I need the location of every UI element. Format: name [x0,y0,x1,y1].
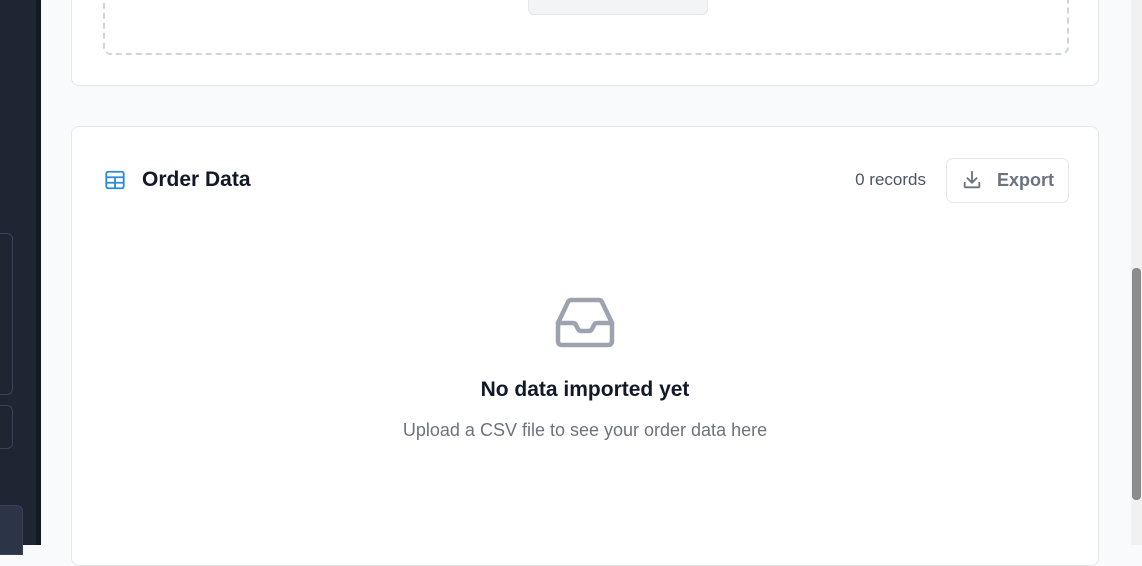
scrollbar[interactable] [1131,0,1142,545]
card-title: Order Data [142,168,251,191]
empty-state-subtitle: Upload a CSV file to see your order data… [402,420,768,440]
table-icon [104,169,126,191]
order-data-card: Order Data 0 records Export No data impo… [71,126,1099,566]
sidebar-panel[interactable] [0,233,13,395]
upload-card [71,0,1099,86]
inbox-icon [555,297,615,349]
download-icon [961,169,983,191]
title-group: Order Data [104,168,251,192]
sidebar-button[interactable] [0,405,13,449]
records-count: 0 records [855,170,926,189]
sidebar [0,0,41,555]
export-label: Export [996,169,1054,190]
sidebar-item-active[interactable] [0,505,23,555]
csv-dropzone[interactable] [103,0,1069,55]
empty-state: No data imported yet Upload a CSV file t… [72,297,1098,441]
card-header: Order Data 0 records Export [104,157,1069,203]
header-actions: 0 records Export [855,157,1069,203]
main-content: Order Data 0 records Export No data impo… [41,0,1131,566]
export-button[interactable]: Export [945,157,1069,203]
scrollbar-thumb[interactable] [1132,268,1141,500]
choose-file-button[interactable] [528,0,708,15]
empty-state-title: No data imported yet [480,378,690,401]
